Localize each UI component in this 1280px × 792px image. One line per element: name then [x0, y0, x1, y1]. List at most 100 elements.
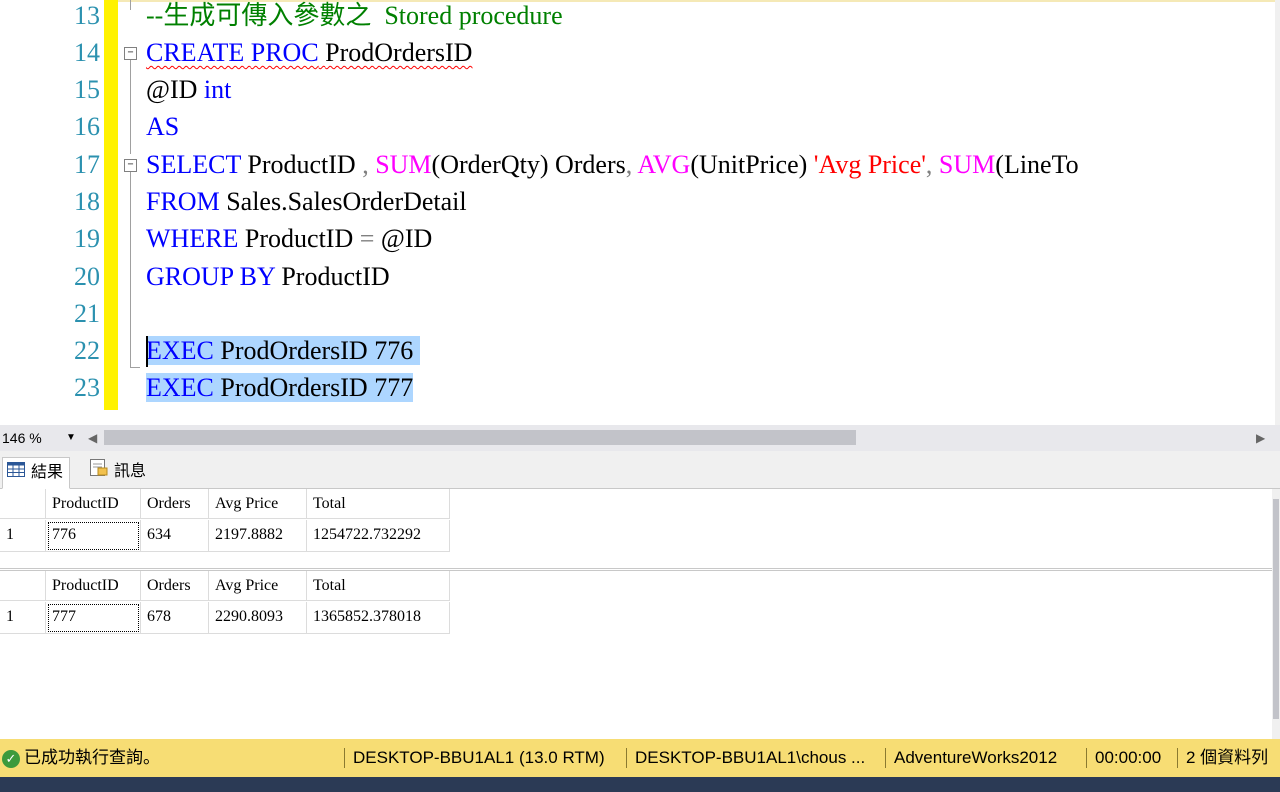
column-header[interactable]: Avg Price — [209, 571, 307, 601]
sql-text: (LineTo — [995, 150, 1079, 179]
divider — [1177, 748, 1178, 768]
change-tracking-bar — [104, 0, 118, 410]
column-header[interactable]: Total — [307, 489, 450, 519]
result-grid-1: ProductID Orders Avg Price Total 1 776 6… — [0, 489, 1272, 569]
column-header[interactable]: Orders — [141, 489, 209, 519]
line-number: 22 — [74, 336, 100, 365]
row-number[interactable]: 1 — [0, 602, 46, 634]
outline-line — [130, 0, 131, 10]
divider — [626, 748, 627, 768]
sql-function: AVG — [637, 150, 691, 179]
text-caret — [146, 336, 148, 367]
outline-line — [130, 172, 131, 368]
window-bottom-edge — [0, 777, 1280, 792]
code-line-23: EXEC ProdOrdersID 777 — [146, 369, 414, 406]
code-line-14: CREATE PROC ProdOrdersID — [146, 34, 472, 71]
scrollbar-thumb[interactable] — [1273, 499, 1279, 719]
sql-text: (UnitPrice) — [690, 150, 814, 179]
sql-keyword: CREATE — [146, 38, 245, 67]
editor-vertical-scrollbar[interactable] — [1275, 0, 1280, 425]
status-server: DESKTOP-BBU1AL1 (13.0 RTM) — [353, 748, 605, 767]
table-cell[interactable]: 2290.8093 — [209, 602, 307, 634]
tab-messages[interactable]: 訊息 — [86, 457, 152, 487]
status-bar: ✓ 已成功執行查詢。 DESKTOP-BBU1AL1 (13.0 RTM) DES… — [0, 739, 1280, 777]
zoom-dropdown[interactable]: 146 % ▼ — [0, 428, 80, 448]
sql-comma: , — [362, 150, 369, 179]
row-number-header[interactable] — [0, 571, 46, 601]
row-number-header[interactable] — [0, 489, 46, 519]
line-number: 21 — [74, 299, 100, 328]
sql-function: SUM — [375, 150, 432, 179]
sql-text: @ID — [374, 224, 433, 253]
sql-type: int — [203, 75, 232, 104]
results-pane: ProductID Orders Avg Price Total 1 776 6… — [0, 489, 1280, 739]
sql-comma: , — [625, 150, 633, 179]
status-user: DESKTOP-BBU1AL1\chous ... — [635, 748, 866, 767]
code-line-19: WHERE ProductID = @ID — [146, 220, 432, 257]
column-header[interactable]: Total — [307, 571, 450, 601]
sql-keyword: AS — [146, 112, 180, 141]
sql-text: ProductID — [240, 150, 363, 179]
collapse-icon[interactable]: − — [124, 159, 137, 172]
line-number: 17 — [74, 150, 100, 179]
sql-text: ProductID — [238, 224, 360, 253]
column-header[interactable]: Avg Price — [209, 489, 307, 519]
tab-messages-label: 訊息 — [114, 463, 147, 481]
sql-text: (OrderQty) Orders — [431, 150, 626, 179]
code-line-15: @ID int — [146, 71, 231, 108]
sql-parameter: @ID — [146, 75, 198, 104]
code-line-16: AS — [146, 108, 179, 145]
collapse-icon[interactable]: − — [124, 47, 137, 60]
sql-keyword: FROM — [146, 187, 220, 216]
code-line-17: SELECT ProductID , SUM(OrderQty) Orders,… — [146, 146, 1079, 183]
sql-text: ProdOrdersID 777 — [213, 373, 414, 402]
status-message-text: 已成功執行查詢。 — [24, 748, 160, 767]
table-cell[interactable]: 1254722.732292 — [307, 520, 450, 552]
results-vertical-scrollbar[interactable] — [1272, 489, 1280, 739]
table-row: 1 776 634 2197.8882 1254722.732292 — [0, 520, 450, 552]
sql-text: ProdOrdersID 776 — [213, 336, 414, 365]
grid-header: ProductID Orders Avg Price Total — [0, 489, 450, 519]
sql-function: SUM — [938, 150, 996, 179]
column-header[interactable]: ProductID — [46, 489, 141, 519]
line-number: 14 — [74, 38, 100, 67]
sql-comma: , — [925, 150, 933, 179]
table-cell[interactable]: 777 — [46, 602, 141, 634]
zoom-value: 146 % — [2, 430, 42, 446]
chevron-down-icon: ▼ — [66, 432, 76, 443]
query-editor[interactable]: 13 14 15 16 17 18 19 20 21 22 23 − − --生… — [0, 0, 1280, 425]
results-tab-strip: 結果 訊息 — [0, 451, 1280, 489]
outline-line — [130, 60, 131, 154]
editor-bottom-bar: 146 % ▼ ◀ ▶ — [0, 425, 1280, 451]
code-line-22: EXEC ProdOrdersID 776 — [146, 332, 420, 369]
procedure-name: ProdOrdersID — [325, 38, 473, 67]
row-number[interactable]: 1 — [0, 520, 46, 552]
sql-keyword: GROUP — [146, 262, 234, 291]
message-icon — [90, 457, 108, 487]
horizontal-scrollbar[interactable] — [104, 430, 1244, 445]
tab-results-label: 結果 — [31, 464, 64, 482]
check-icon: ✓ — [2, 749, 20, 768]
scroll-left-icon[interactable]: ◀ — [88, 428, 97, 448]
status-elapsed: 00:00:00 — [1095, 748, 1162, 767]
column-header[interactable]: Orders — [141, 571, 209, 601]
tab-results[interactable]: 結果 — [2, 457, 71, 489]
outline-end — [130, 367, 140, 368]
scroll-right-icon[interactable]: ▶ — [1256, 428, 1265, 448]
column-header[interactable]: ProductID — [46, 571, 141, 601]
table-row: 1 777 678 2290.8093 1365852.378018 — [0, 602, 450, 634]
divider — [344, 748, 345, 768]
scrollbar-thumb[interactable] — [104, 430, 856, 445]
sql-comment: --生成可傳入參數之 Stored procedure — [146, 1, 563, 30]
table-cell[interactable]: 2197.8882 — [209, 520, 307, 552]
sql-keyword: SELECT — [146, 150, 241, 179]
sql-keyword: EXEC — [146, 373, 214, 402]
line-number: 20 — [74, 262, 100, 291]
table-cell[interactable]: 678 — [141, 602, 209, 634]
table-cell[interactable]: 1365852.378018 — [307, 602, 450, 634]
sql-keyword: PROC — [250, 38, 319, 67]
table-cell[interactable]: 634 — [141, 520, 209, 552]
table-cell[interactable]: 776 — [46, 520, 141, 552]
status-row-count: 2 個資料列 — [1186, 748, 1269, 767]
line-number: 15 — [74, 75, 100, 104]
